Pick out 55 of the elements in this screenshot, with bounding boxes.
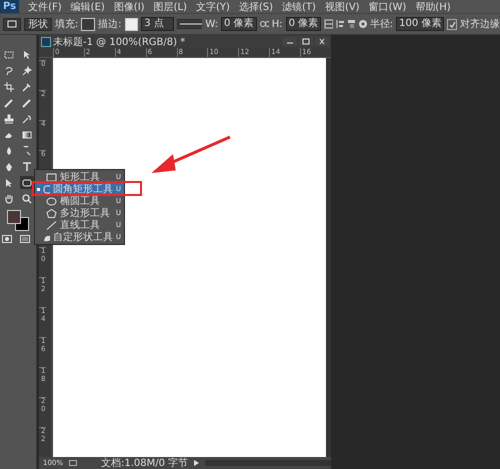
app-logo[interactable]: Ps bbox=[0, 0, 20, 13]
maximize-button[interactable] bbox=[299, 37, 313, 46]
stroke-swatch[interactable] bbox=[124, 18, 138, 30]
path-operations-icon[interactable] bbox=[324, 19, 333, 29]
ellipse-icon bbox=[46, 196, 57, 206]
menu-item[interactable]: 视图(V) bbox=[324, 0, 360, 14]
menu-item[interactable]: 帮助(H) bbox=[415, 0, 451, 14]
crop-icon[interactable] bbox=[2, 80, 16, 93]
path-arrangement-icon[interactable] bbox=[346, 19, 356, 29]
menu-item[interactable]: 图像(I) bbox=[114, 0, 145, 14]
menu-item[interactable]: 文字(Y) bbox=[196, 0, 230, 14]
height-label: H: bbox=[272, 18, 283, 30]
custom-shape-icon bbox=[43, 232, 50, 242]
align-edges-checkbox[interactable] bbox=[447, 18, 457, 30]
export-icon[interactable] bbox=[69, 460, 78, 466]
settings-icon[interactable] bbox=[358, 19, 367, 29]
triangle-icon[interactable] bbox=[194, 460, 200, 466]
fill-label: 填充: bbox=[55, 18, 78, 31]
type-icon[interactable] bbox=[20, 160, 34, 173]
mode-dropdown[interactable]: 形状 bbox=[24, 18, 52, 30]
fill-swatch[interactable] bbox=[81, 18, 96, 30]
rounded-rectangle-icon[interactable] bbox=[20, 176, 34, 189]
line-icon bbox=[46, 220, 57, 230]
menu-item[interactable]: 文件(F) bbox=[28, 0, 62, 14]
document-title: 未标题-1 @ 100%(RGB/8) * bbox=[53, 36, 186, 48]
align-edges-label: 对齐边缘 bbox=[460, 18, 500, 31]
path-alignment-icon[interactable] bbox=[336, 19, 344, 29]
stroke-width-field[interactable]: 3 点 bbox=[141, 17, 174, 31]
line-style-dropdown[interactable] bbox=[177, 19, 202, 29]
menu-item[interactable]: 滤镜(T) bbox=[282, 0, 316, 14]
menu-item[interactable]: 窗口(W) bbox=[368, 0, 406, 14]
radius-label: 半径: bbox=[370, 18, 394, 31]
stroke-label: 描边: bbox=[98, 18, 122, 31]
document-info: 文档:1.08M/0 字节 bbox=[101, 456, 188, 469]
wand-icon[interactable] bbox=[20, 64, 34, 77]
document-icon bbox=[41, 36, 51, 46]
stamp-icon[interactable] bbox=[2, 112, 16, 125]
height-field[interactable]: 0 像素 bbox=[286, 17, 322, 31]
color-swatches[interactable] bbox=[5, 208, 31, 232]
menu-item[interactable]: 图层(L) bbox=[154, 0, 187, 14]
zoom-icon[interactable] bbox=[20, 192, 34, 205]
rectangle-icon bbox=[46, 172, 57, 182]
link-icon[interactable] bbox=[260, 20, 269, 28]
menu-item[interactable]: 选择(S) bbox=[238, 0, 274, 14]
radius-field[interactable]: 100 像素 bbox=[396, 17, 444, 31]
width-field[interactable]: 0 像素 bbox=[220, 17, 257, 31]
document-tab[interactable]: 未标题-1 @ 100%(RGB/8) * bbox=[39, 35, 331, 48]
menu-item[interactable]: 编辑(E) bbox=[70, 0, 105, 14]
rectangle-icon bbox=[7, 20, 17, 28]
tool-preset-dropdown[interactable] bbox=[3, 18, 21, 30]
minimize-button[interactable] bbox=[283, 37, 297, 46]
close-button[interactable] bbox=[315, 37, 329, 46]
width-label: W: bbox=[205, 18, 218, 30]
canvas[interactable] bbox=[53, 58, 326, 457]
polygon-icon bbox=[46, 208, 57, 218]
